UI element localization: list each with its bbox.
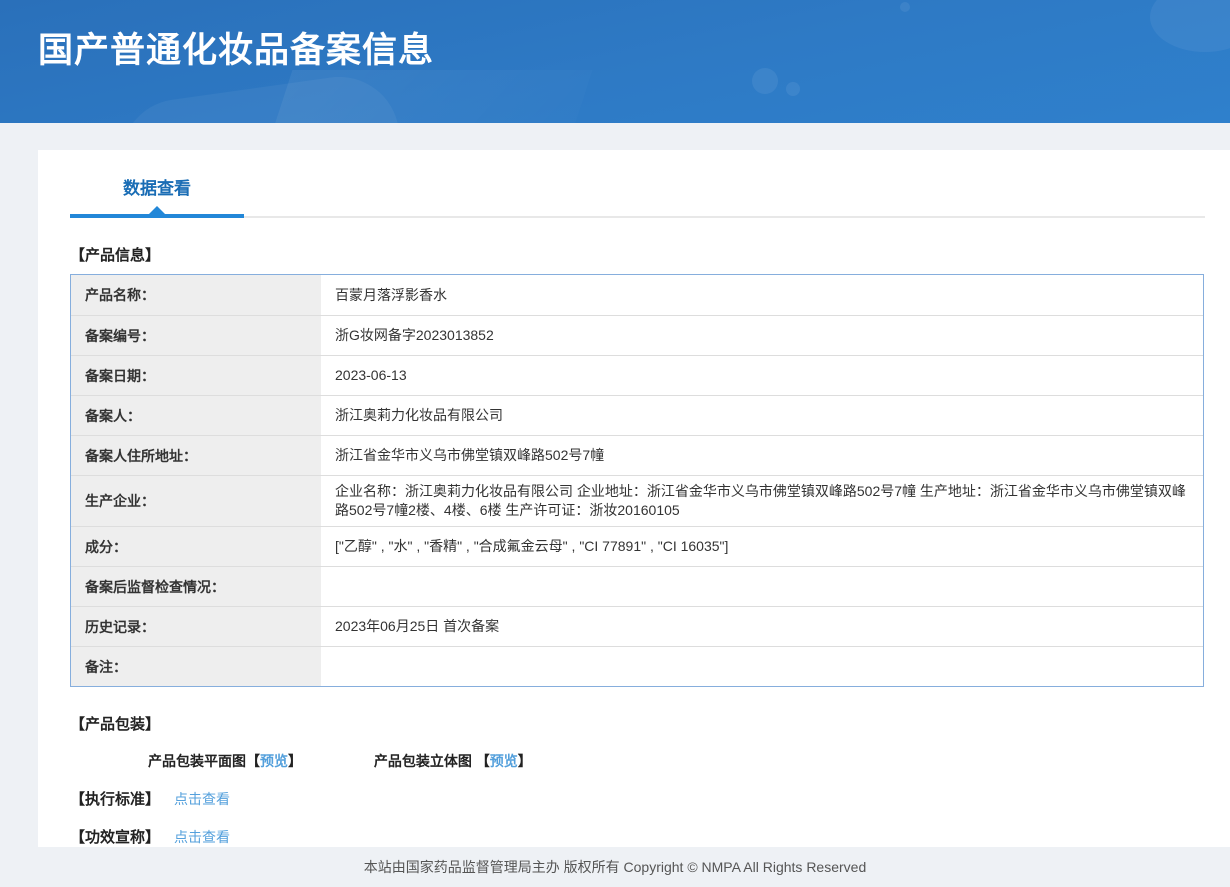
packaging-flat-preview-link[interactable]: 预览 <box>260 753 288 769</box>
page-header: 国产普通化妆品备案信息 <box>0 0 1230 123</box>
bracket-close: 】 <box>517 753 532 769</box>
bracket-open: 【 <box>246 753 260 769</box>
product-info-section-title: 【产品信息】 <box>70 247 161 264</box>
packaging-3d-preview-link[interactable]: 预览 <box>490 753 518 769</box>
executive-standard-view-link[interactable]: 点击查看 <box>174 789 230 809</box>
table-row-manufacturer: 生产企业： 企业名称：浙江奥莉力化妆品有限公司 企业地址：浙江省金华市义乌市佛堂… <box>71 475 1203 526</box>
row-label: 生产企业： <box>71 476 321 526</box>
row-value <box>321 567 1203 606</box>
row-label: 备注： <box>71 647 321 686</box>
packaging-flat-item: 产品包装平面图【预览】 <box>148 751 302 771</box>
table-row-ingredients: 成分： ["乙醇" , "水" , "香精" , "合成氟金云母" , "CI … <box>71 526 1203 566</box>
efficacy-claim-title: 【功效宣称】 <box>70 829 161 846</box>
packaging-3d-item: 产品包装立体图 【预览】 <box>374 751 532 771</box>
copyright-text: 本站由国家药品监督管理局主办 版权所有 Copyright © NMPA All… <box>363 859 867 875</box>
row-label: 产品名称： <box>71 275 321 315</box>
executive-standard-row: 【执行标准】 点击查看 <box>70 788 1204 809</box>
tab-active-arrow-icon <box>149 206 165 214</box>
bracket-close: 】 <box>288 753 302 769</box>
row-value: 企业名称：浙江奥莉力化妆品有限公司 企业地址：浙江省金华市义乌市佛堂镇双峰路50… <box>335 483 1186 518</box>
table-row-filer: 备案人： 浙江奥莉力化妆品有限公司 <box>71 395 1203 435</box>
table-row-filing-number: 备案编号： 浙G妆网备字2023013852 <box>71 315 1203 355</box>
banner-decoration-circle <box>1150 0 1230 52</box>
row-label: 历史记录： <box>71 607 321 646</box>
tab-data-view[interactable]: 数据查看 <box>70 174 244 199</box>
banner-decoration-circle <box>752 68 778 94</box>
row-value: 浙江奥莉力化妆品有限公司 <box>335 407 503 423</box>
table-row-history: 历史记录： 2023年06月25日 首次备案 <box>71 606 1203 646</box>
row-label: 成分： <box>71 527 321 566</box>
page-footer: 本站由国家药品监督管理局主办 版权所有 Copyright © NMPA All… <box>0 847 1230 887</box>
row-label: 备案人住所地址： <box>71 436 321 475</box>
efficacy-claim-row: 【功效宣称】 点击查看 <box>70 826 1204 847</box>
banner-decoration-circle <box>786 82 800 96</box>
bracket-open: 【 <box>475 753 490 769</box>
row-label: 备案人： <box>71 396 321 435</box>
packaging-3d-label: 产品包装立体图 <box>373 753 476 769</box>
packaging-flat-label: 产品包装平面图 <box>148 753 246 769</box>
table-row-product-name: 产品名称： 百蒙月落浮影香水 <box>71 275 1203 315</box>
row-value: 2023-06-13 <box>335 367 407 383</box>
row-value: 浙G妆网备字2023013852 <box>335 327 494 343</box>
product-info-table: 产品名称： 百蒙月落浮影香水 备案编号： 浙G妆网备字2023013852 备案… <box>70 274 1204 687</box>
tab-bar: 数据查看 <box>38 150 1230 218</box>
banner-decoration-circle <box>900 2 910 12</box>
row-value: 百蒙月落浮影香水 <box>335 286 447 303</box>
row-label: 备案编号： <box>71 316 321 355</box>
page-title: 国产普通化妆品备案信息 <box>38 31 435 70</box>
content-card: 数据查看 【产品信息】 产品名称： 百蒙月落浮影香水 备案编号： 浙G妆网备字2… <box>38 150 1230 847</box>
efficacy-claim-view-link[interactable]: 点击查看 <box>174 827 230 847</box>
table-row-remarks: 备注： <box>71 646 1203 686</box>
packaging-section-title: 【产品包装】 <box>70 716 161 733</box>
row-value: 2023年06月25日 首次备案 <box>335 618 500 634</box>
executive-standard-title: 【执行标准】 <box>70 791 161 808</box>
row-label: 备案后监督检查情况： <box>71 567 321 606</box>
packaging-links-row: 产品包装平面图【预览】 产品包装立体图 【预览】 <box>148 751 1204 771</box>
row-value: ["乙醇" , "水" , "香精" , "合成氟金云母" , "CI 7789… <box>335 538 729 554</box>
table-row-filer-address: 备案人住所地址： 浙江省金华市义乌市佛堂镇双峰路502号7幢 <box>71 435 1203 475</box>
table-row-filing-date: 备案日期： 2023-06-13 <box>71 355 1203 395</box>
row-value: 浙江省金华市义乌市佛堂镇双峰路502号7幢 <box>335 447 605 463</box>
tab-active-underline <box>70 214 244 218</box>
tab-data-view-label: 数据查看 <box>123 179 191 198</box>
row-value <box>321 647 1203 686</box>
row-label: 备案日期： <box>71 356 321 395</box>
table-row-supervision: 备案后监督检查情况： <box>71 566 1203 606</box>
